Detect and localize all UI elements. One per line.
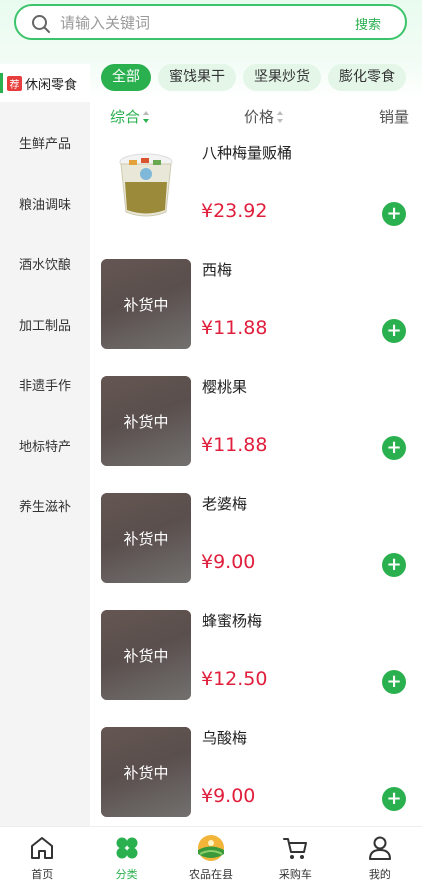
sidebar-item-grain-oil[interactable]: 粮油调味 [0,173,90,234]
tab-label: 我的 [368,868,391,881]
sort-sales-label: 销量 [379,108,410,126]
home-icon [31,837,54,859]
chip-all[interactable]: 全部 [101,64,151,91]
sidebar-item-snacks[interactable]: 荐 休闲零食 [0,64,90,102]
tab-category[interactable]: 分类 [84,827,168,886]
product-name: 八种梅量贩桶 [202,144,293,162]
tab-label: 采购车 [278,868,312,881]
sidebar-item-handicraft[interactable]: 非遗手作 [0,354,90,415]
product-name: 西梅 [202,261,233,279]
product-card[interactable]: 补货中 樱桃果 ¥11.88 + [90,364,422,481]
chip-candied-fruit[interactable]: 蜜饯果干 [158,64,236,91]
bucket-image [119,153,173,217]
add-to-cart-button[interactable]: + [382,670,406,694]
clover-icon [116,837,138,859]
restocking-overlay: 补货中 [101,376,191,466]
chip-puffed-snacks[interactable]: 膨化零食 [328,64,406,91]
category-sidebar: 荐 休闲零食 生鲜产品 粮油调味 酒水饮酿 加工制品 非遗手作 地标特产 养生滋… [0,64,90,826]
sort-arrows-icon [143,110,150,123]
sidebar-item-local-specialty[interactable]: 地标特产 [0,415,90,476]
product-image: 补货中 [101,493,191,583]
product-card[interactable]: 补货中 老婆梅 ¥9.00 + [90,481,422,598]
product-image [101,142,191,232]
add-to-cart-button[interactable]: + [382,436,406,460]
search-button[interactable]: 搜索 [355,14,381,33]
restocking-overlay: 补货中 [101,727,191,817]
tab-farm-products[interactable]: 农品在县 [169,827,253,886]
product-price: ¥12.50 [201,668,268,690]
product-image: 补货中 [101,727,191,817]
tab-cart[interactable]: 采购车 [253,827,337,886]
tab-home[interactable]: 首页 [0,827,84,886]
sidebar-item-drinks[interactable]: 酒水饮酿 [0,233,90,294]
restocking-overlay: 补货中 [101,610,191,700]
restocking-overlay: 补货中 [101,493,191,583]
add-to-cart-button[interactable]: + [382,202,406,226]
product-price: ¥11.88 [201,317,268,339]
sort-price-label: 价格 [244,108,275,126]
product-price: ¥11.88 [201,434,268,456]
sort-comprehensive[interactable]: 综合 [110,106,150,127]
add-to-cart-button[interactable]: + [382,319,406,343]
tab-label: 分类 [115,868,138,881]
product-image: 补货中 [101,376,191,466]
recommend-badge: 荐 [7,75,22,91]
tab-label: 农品在县 [189,868,234,881]
product-name: 乌酸梅 [202,729,248,747]
product-image: 补货中 [101,259,191,349]
product-list: 八种梅量贩桶 ¥23.92 + 补货中 西梅 ¥11.88 + 补货中 樱桃果 … [90,130,422,826]
sidebar-item-processed[interactable]: 加工制品 [0,294,90,355]
product-name: 蜂蜜杨梅 [202,612,263,630]
sort-comprehensive-label: 综合 [110,108,141,126]
product-price: ¥23.92 [201,200,268,222]
restocking-overlay: 补货中 [101,259,191,349]
product-card[interactable]: 八种梅量贩桶 ¥23.92 + [90,130,422,247]
sidebar-item-health[interactable]: 养生滋补 [0,475,90,536]
product-card[interactable]: 补货中 蜂蜜杨梅 ¥12.50 + [90,598,422,715]
tab-label: 首页 [31,868,54,881]
chip-nuts[interactable]: 坚果炒货 [243,64,321,91]
product-name: 樱桃果 [202,378,248,396]
sort-price[interactable]: 价格 [244,106,284,127]
cart-icon [283,838,308,859]
search-bar[interactable]: 搜索 [14,4,407,40]
add-to-cart-button[interactable]: + [382,553,406,577]
sort-bar: 综合 价格 销量 [90,100,422,130]
product-image: 补货中 [101,610,191,700]
product-price: ¥9.00 [201,551,256,573]
add-to-cart-button[interactable]: + [382,787,406,811]
sidebar-item-fresh[interactable]: 生鲜产品 [0,112,90,173]
user-icon [368,836,391,860]
product-price: ¥9.00 [201,785,256,807]
search-input[interactable] [60,12,340,34]
bottom-tab-bar: 首页 分类 农品在县 采购车 我的 [0,826,422,886]
sort-arrows-icon [277,110,284,123]
sort-sales[interactable]: 销量 [379,106,409,127]
farm-logo-icon [198,835,225,861]
tab-profile[interactable]: 我的 [338,827,422,886]
search-icon [32,15,50,33]
subcategory-chips: 全部 蜜饯果干 坚果炒货 膨化零食 [101,64,422,94]
product-name: 老婆梅 [202,495,248,513]
active-indicator [0,73,3,93]
sidebar-item-label: 休闲零食 [25,77,78,93]
product-card[interactable]: 补货中 乌酸梅 ¥9.00 + [90,715,422,826]
product-card[interactable]: 补货中 西梅 ¥11.88 + [90,247,422,364]
